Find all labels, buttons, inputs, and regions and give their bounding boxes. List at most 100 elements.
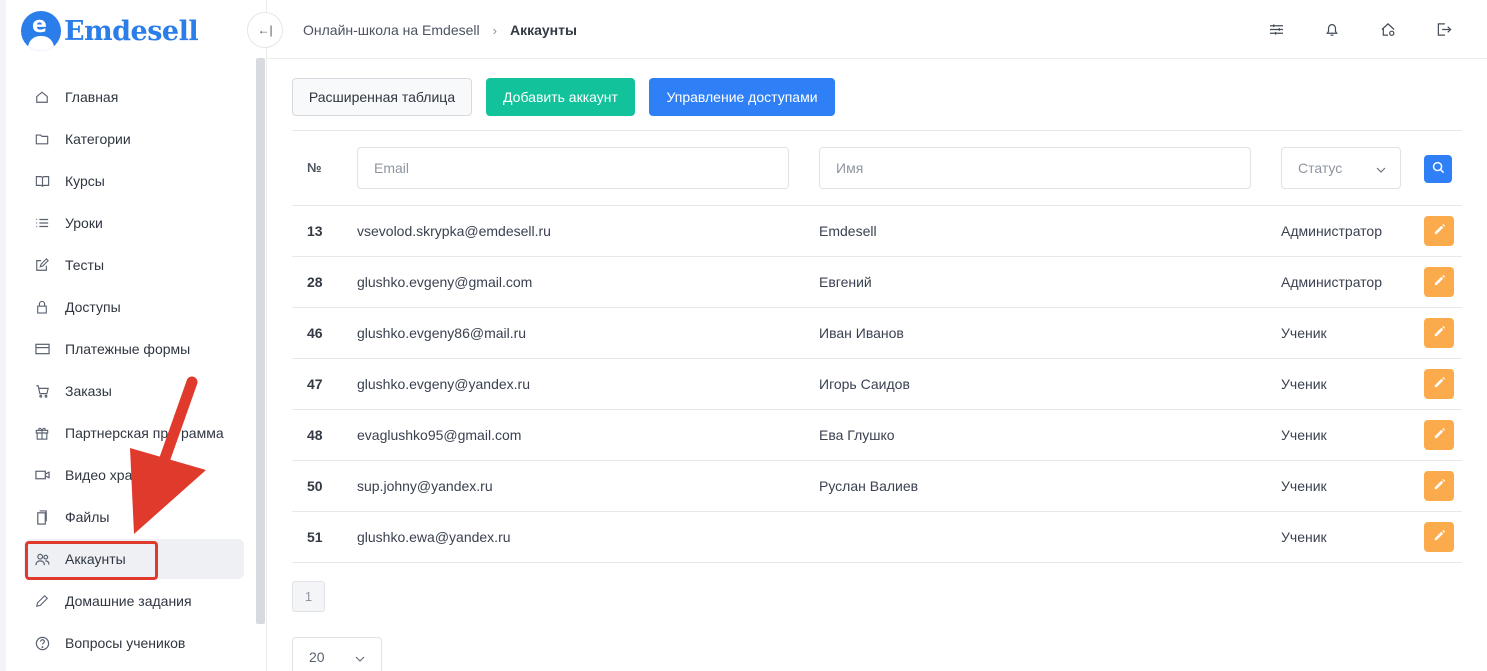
- sidebar-collapse-button[interactable]: ←|: [247, 12, 283, 48]
- breadcrumb: Онлайн-школа на Emdesell › Аккаунты: [303, 22, 577, 38]
- row-status: Ученик: [1281, 427, 1327, 443]
- row-id: 47: [307, 376, 323, 392]
- sidebar-item-label: Видео хранилище: [65, 467, 184, 483]
- edit-account-button[interactable]: [1424, 369, 1454, 399]
- row-id: 13: [307, 223, 323, 239]
- row-email: glushko.evgeny@gmail.com: [357, 274, 533, 290]
- row-email: vsevolod.skrypka@emdesell.ru: [357, 223, 551, 239]
- sidebar-item-tests[interactable]: Тесты: [24, 245, 244, 285]
- sliders-icon[interactable]: [1267, 20, 1285, 38]
- sidebar-nav: Главная Категории Курсы Уроки Тесты Дост…: [24, 77, 244, 665]
- row-status: Администратор: [1281, 223, 1383, 239]
- row-id: 50: [307, 478, 323, 494]
- breadcrumb-parent[interactable]: Онлайн-школа на Emdesell: [303, 22, 480, 38]
- accounts-table: № Email Имя Статус 13 vsevolod.skrypka@e…: [292, 130, 1462, 563]
- pencil-icon: [1433, 478, 1446, 494]
- pagination-page-button[interactable]: 1: [292, 581, 325, 612]
- sidebar-item-homework[interactable]: Домашние задания: [24, 581, 244, 621]
- email-filter-input[interactable]: Email: [357, 147, 789, 189]
- table-row: 13 vsevolod.skrypka@emdesell.ru Emdesell…: [292, 206, 1462, 257]
- gift-icon: [34, 425, 50, 441]
- toolbar: Расширенная таблица Добавить аккаунт Упр…: [292, 78, 1462, 116]
- sidebar-item-label: Партнерская программа: [65, 425, 224, 441]
- sidebar-item-label: Аккаунты: [65, 551, 126, 567]
- sidebar-item-home[interactable]: Главная: [24, 77, 244, 117]
- row-id: 51: [307, 529, 323, 545]
- pencil-icon: [34, 593, 50, 609]
- search-button[interactable]: [1424, 155, 1452, 183]
- logo[interactable]: e Emdesell: [21, 11, 199, 51]
- cart-icon: [34, 383, 50, 399]
- edit-account-button[interactable]: [1424, 318, 1454, 348]
- sidebar-item-label: Заказы: [65, 383, 112, 399]
- sidebar-item-files[interactable]: Файлы: [24, 497, 244, 537]
- row-status: Ученик: [1281, 325, 1327, 341]
- row-name: Руслан Валиев: [819, 478, 919, 494]
- edit-account-button[interactable]: [1424, 471, 1454, 501]
- sidebar-item-partner-program[interactable]: Партнерская программа: [24, 413, 244, 453]
- pencil-icon: [1433, 376, 1446, 392]
- home-settings-icon[interactable]: [1379, 20, 1397, 38]
- sidebar-item-label: Платежные формы: [65, 341, 191, 357]
- sidebar-item-payment-forms[interactable]: Платежные формы: [24, 329, 244, 369]
- sidebar-item-courses[interactable]: Курсы: [24, 161, 244, 201]
- edit-account-button[interactable]: [1424, 522, 1454, 552]
- main-content: Расширенная таблица Добавить аккаунт Упр…: [292, 78, 1462, 671]
- per-page-value: 20: [309, 649, 325, 665]
- sidebar-item-orders[interactable]: Заказы: [24, 371, 244, 411]
- sidebar-scrollbar[interactable]: [256, 58, 265, 624]
- chevron-down-icon: [355, 649, 365, 665]
- sidebar-item-video-storage[interactable]: Видео хранилище: [24, 455, 244, 495]
- home-icon: [34, 89, 50, 105]
- extended-table-button[interactable]: Расширенная таблица: [292, 78, 472, 116]
- row-name: Иван Иванов: [819, 325, 904, 341]
- name-filter-input[interactable]: Имя: [819, 147, 1251, 189]
- row-name: Emdesell: [819, 223, 877, 239]
- pencil-icon: [1433, 274, 1446, 290]
- add-account-button[interactable]: Добавить аккаунт: [486, 78, 635, 116]
- edit-account-button[interactable]: [1424, 267, 1454, 297]
- sidebar-item-label: Главная: [65, 89, 119, 105]
- sidebar-item-accounts[interactable]: Аккаунты: [24, 539, 244, 579]
- row-email: glushko.evgeny86@mail.ru: [357, 325, 527, 341]
- sidebar-item-label: Файлы: [65, 509, 110, 525]
- status-filter-label: Статус: [1298, 160, 1343, 176]
- sidebar-item-lessons[interactable]: Уроки: [24, 203, 244, 243]
- sidebar-item-access[interactable]: Доступы: [24, 287, 244, 327]
- folder-icon: [34, 131, 50, 147]
- edit-account-button[interactable]: [1424, 216, 1454, 246]
- filter-row: № Email Имя Статус: [292, 131, 1462, 206]
- files-icon: [34, 509, 50, 525]
- table-row: 51 glushko.ewa@yandex.ru Ученик: [292, 512, 1462, 563]
- per-page-select[interactable]: 20: [292, 637, 382, 671]
- chevron-down-icon: [1376, 160, 1386, 176]
- row-email: evaglushko95@gmail.com: [357, 427, 522, 443]
- help-icon: [34, 635, 50, 651]
- row-name: Евгений: [819, 274, 872, 290]
- row-id: 48: [307, 427, 323, 443]
- logo-mark-figure: [28, 36, 54, 51]
- card-icon: [34, 341, 50, 357]
- sidebar-item-label: Тесты: [65, 257, 105, 273]
- table-row: 46 glushko.evgeny86@mail.ru Иван Иванов …: [292, 308, 1462, 359]
- edit-account-button[interactable]: [1424, 420, 1454, 450]
- sidebar-item-student-questions[interactable]: Вопросы учеников: [24, 623, 244, 663]
- pencil-icon: [1433, 223, 1446, 239]
- top-header: ←| Онлайн-школа на Emdesell › Аккаунты: [247, 0, 1487, 59]
- collapse-icon: ←|: [257, 23, 273, 37]
- header-actions: [1267, 20, 1453, 38]
- sidebar-item-categories[interactable]: Категории: [24, 119, 244, 159]
- row-name: Ева Глушко: [819, 427, 895, 443]
- pencil-icon: [1433, 529, 1446, 545]
- manage-access-button[interactable]: Управление доступами: [649, 78, 835, 116]
- status-filter-select[interactable]: Статус: [1281, 147, 1401, 189]
- row-status: Ученик: [1281, 376, 1327, 392]
- edit-icon: [34, 257, 50, 273]
- sidebar-item-label: Доступы: [65, 299, 121, 315]
- book-icon: [34, 173, 50, 189]
- bell-icon[interactable]: [1323, 20, 1341, 38]
- pencil-icon: [1433, 427, 1446, 443]
- number-column-header: №: [307, 160, 322, 175]
- logout-icon[interactable]: [1435, 20, 1453, 38]
- row-status: Ученик: [1281, 478, 1327, 494]
